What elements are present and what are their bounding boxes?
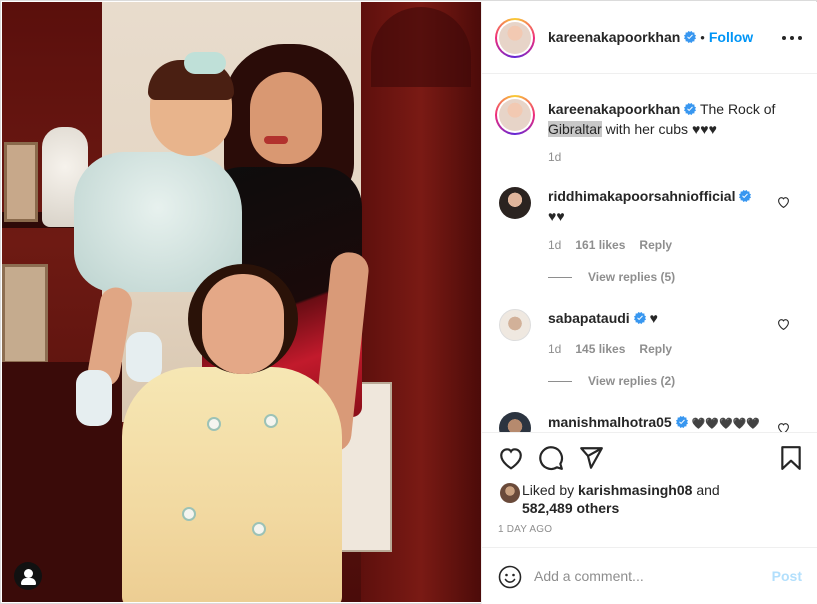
liked-by-avatar[interactable] — [500, 483, 520, 503]
bookmark-icon[interactable] — [778, 445, 804, 471]
user-tag-icon[interactable] — [14, 562, 42, 590]
comment: manishmalhotra05 🖤🖤🖤🖤🖤 — [548, 412, 788, 432]
heart-icon[interactable] — [777, 318, 790, 330]
comment: sabapataudi ♥ — [548, 308, 778, 328]
author-username[interactable]: kareenakapoorkhan — [548, 29, 680, 45]
reply-button[interactable]: Reply — [639, 238, 672, 252]
photo-dress-flower — [182, 507, 196, 521]
photo-dress-flower — [264, 414, 278, 428]
heart-icon[interactable] — [777, 196, 790, 208]
comment-text: 🖤🖤🖤🖤🖤 — [691, 418, 761, 430]
caption-text-start: The Rock of — [699, 101, 776, 117]
post-date[interactable]: 1 DAY AGO — [498, 524, 552, 535]
caption-time[interactable]: 1d — [548, 150, 561, 164]
commenter-avatar[interactable] — [499, 412, 531, 432]
comment-time[interactable]: 1d — [548, 342, 561, 356]
verified-badge-icon — [633, 312, 646, 324]
post-modal: kareenakapoorkhan • Follow kareenakapoorkh… — [0, 0, 817, 604]
emoji-icon[interactable] — [498, 565, 522, 589]
photo-dress-flower — [252, 522, 266, 536]
comment-icon[interactable] — [538, 445, 564, 471]
view-replies-button[interactable]: View replies (5) — [548, 270, 675, 284]
photo-dress-flower — [207, 417, 221, 431]
caption-avatar[interactable] — [495, 95, 535, 135]
comment: riddhimakapoorsahniofficial ♥♥ — [548, 186, 778, 226]
verified-badge-icon — [684, 31, 697, 43]
photo-toddler-shoe — [126, 332, 162, 382]
comment-username[interactable]: riddhimakapoorsahniofficial — [548, 188, 735, 204]
comment-input[interactable] — [534, 566, 754, 586]
comment-likes[interactable]: 145 likes — [575, 342, 625, 356]
separator-dot: • — [700, 30, 705, 45]
photo-toddler-shoe — [76, 370, 112, 426]
comment-meta: 1d 145 likes Reply — [548, 342, 686, 356]
reply-button[interactable]: Reply — [639, 342, 672, 356]
comment-time[interactable]: 1d — [548, 238, 561, 252]
comments-list[interactable]: kareenakapoorkhan The Rock of Gibraltar … — [482, 75, 817, 432]
verified-badge-icon — [675, 416, 688, 428]
author-avatar[interactable] — [495, 18, 535, 58]
add-comment-bar: Post — [482, 547, 817, 604]
heart-icon[interactable] — [498, 445, 524, 471]
comment-likes[interactable]: 161 likes — [575, 238, 625, 252]
photo-girl-dress — [122, 367, 342, 602]
photo-picture-frame — [4, 142, 38, 222]
photo-girl-face — [202, 274, 284, 374]
commenter-avatar[interactable] — [499, 187, 531, 219]
photo-woman-face — [250, 72, 322, 164]
post-button[interactable]: Post — [772, 568, 802, 584]
post-actions: Liked by karishmasingh08 and 582,489 oth… — [482, 432, 817, 552]
photo-toddler-bow — [184, 52, 226, 74]
caption-text-end: with her cubs ♥♥♥ — [605, 121, 717, 137]
photo-woman-lips — [264, 136, 288, 144]
comment-meta: 1d 161 likes Reply — [548, 238, 686, 252]
post-sidebar: kareenakapoorkhan • Follow kareenakapoorkh… — [481, 2, 817, 604]
photo-picture-frame — [2, 264, 48, 364]
share-icon[interactable] — [578, 445, 604, 471]
comment-username[interactable]: manishmalhotra05 — [548, 414, 672, 430]
liked-by-username[interactable]: karishmasingh08 — [578, 482, 692, 498]
heart-icon[interactable] — [777, 422, 790, 432]
comment-text: ♥♥ — [548, 208, 565, 224]
caption-username[interactable]: kareenakapoorkhan — [548, 101, 680, 117]
verified-badge-icon — [684, 103, 697, 115]
follow-button[interactable]: Follow — [709, 29, 753, 45]
caption: kareenakapoorkhan The Rock of Gibraltar … — [548, 99, 803, 139]
post-photo[interactable] — [2, 2, 481, 602]
likes-count[interactable]: 582,489 others — [522, 500, 619, 516]
commenter-avatar[interactable] — [499, 309, 531, 341]
more-options-icon[interactable] — [782, 29, 802, 47]
verified-badge-icon — [739, 190, 752, 202]
caption-highlight: Gibraltar — [548, 121, 602, 137]
liked-by-text: Liked by karishmasingh08 and 582,489 oth… — [522, 482, 720, 516]
view-replies-button[interactable]: View replies (2) — [548, 374, 675, 388]
post-header: kareenakapoorkhan • Follow — [482, 2, 817, 74]
comment-username[interactable]: sabapataudi — [548, 310, 630, 326]
comment-text: ♥ — [649, 310, 658, 326]
